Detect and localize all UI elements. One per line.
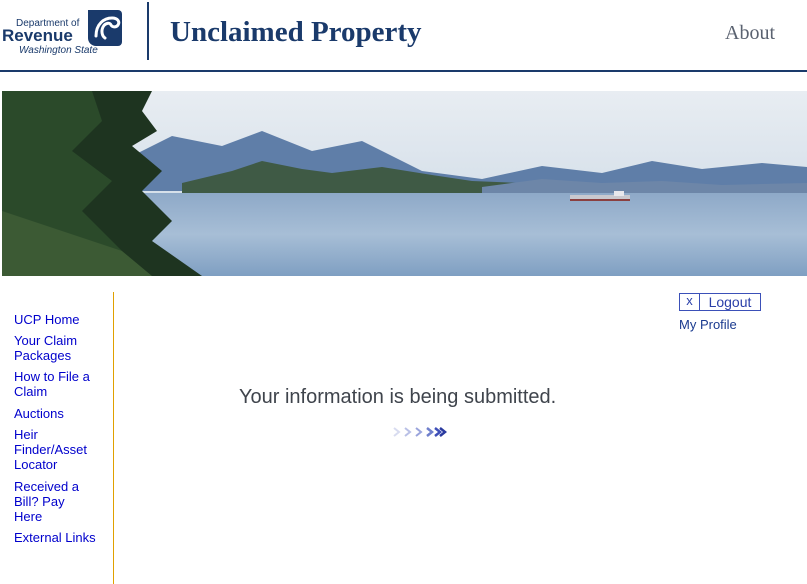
sidebar-item-pay-bill[interactable]: Received a Bill? Pay Here — [14, 479, 96, 524]
my-profile-link[interactable]: My Profile — [679, 317, 737, 332]
svg-text:Revenue: Revenue — [2, 26, 73, 45]
sidebar-nav: UCP Home Your Claim Packages How to File… — [2, 292, 114, 584]
page-title: Unclaimed Property — [170, 16, 422, 48]
logout-label: Logout — [708, 294, 752, 310]
close-icon: x — [680, 294, 700, 310]
sidebar-item-external-links[interactable]: External Links — [14, 530, 96, 545]
sidebar-item-your-claim-packages[interactable]: Your Claim Packages — [14, 333, 96, 363]
about-link[interactable]: About — [725, 22, 775, 45]
department-of-revenue-logo[interactable]: Department of Revenue Washington State — [2, 6, 126, 58]
logo-divider — [147, 2, 149, 60]
scenic-water-mountains-image — [2, 91, 807, 276]
progress-arrows-icon — [393, 427, 448, 437]
dor-swirl-icon: Department of Revenue Washington State — [2, 10, 122, 56]
submission-status-message: Your information is being submitted. — [239, 386, 557, 408]
svg-text:Washington State: Washington State — [19, 45, 98, 56]
site-header: Department of Revenue Washington State U… — [0, 0, 807, 72]
sidebar-item-auctions[interactable]: Auctions — [14, 406, 96, 421]
sidebar-item-how-to-file-a-claim[interactable]: How to File a Claim — [14, 369, 96, 399]
logout-button[interactable]: x Logout — [679, 293, 761, 311]
sidebar-item-ucp-home[interactable]: UCP Home — [14, 312, 96, 327]
sidebar-item-heir-finder[interactable]: Heir Finder/Asset Locator — [14, 427, 96, 472]
